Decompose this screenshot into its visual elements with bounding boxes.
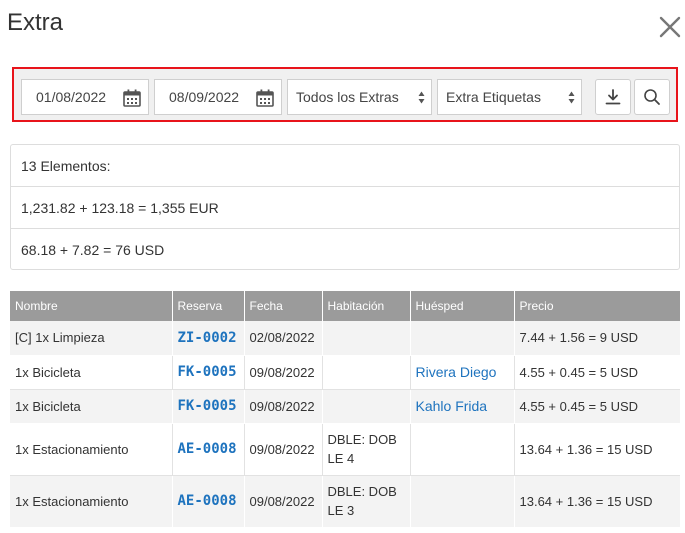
column-header-date[interactable]: Fecha — [244, 291, 323, 321]
eur-total: 1,231.82 + 123.18 = 1,355 EUR — [11, 187, 679, 229]
table-row: 1x Bicicleta FK-0005 09/08/2022 Rivera D… — [10, 355, 680, 390]
select-arrows-icon — [568, 91, 575, 104]
column-header-guest[interactable]: Huésped — [410, 291, 515, 321]
table-row: [C] 1x Limpieza ZI-0002 02/08/2022 7.44 … — [10, 321, 680, 356]
date-to-field[interactable]: 08/09/2022 — [154, 79, 282, 115]
labels-select-value: Extra Etiquetas — [446, 89, 541, 105]
date-from-value: 01/08/2022 — [36, 89, 107, 105]
cell-name: 1x Bicicleta — [10, 355, 173, 390]
download-button[interactable] — [595, 79, 631, 115]
labels-select[interactable]: Extra Etiquetas — [437, 79, 582, 115]
summary-panel: 13 Elementos: 1,231.82 + 123.18 = 1,355 … — [10, 144, 680, 270]
date-from-field[interactable]: 01/08/2022 — [21, 79, 149, 115]
cell-date: 09/08/2022 — [244, 475, 323, 528]
cell-name: [C] 1x Limpieza — [10, 321, 173, 356]
search-button[interactable] — [634, 79, 670, 115]
cell-name: 1x Estacionamiento — [10, 475, 173, 528]
column-header-price[interactable]: Precio — [514, 291, 680, 321]
cell-date: 09/08/2022 — [244, 355, 323, 390]
extras-select-value: Todos los Extras — [296, 89, 399, 105]
calendar-icon[interactable] — [122, 88, 142, 108]
close-icon[interactable] — [656, 13, 684, 41]
cell-room: DBLE: DOBLE 3 — [327, 484, 397, 518]
column-header-name[interactable]: Nombre — [10, 291, 173, 321]
extras-table: Nombre Reserva Fecha Habitación Huésped … — [10, 291, 680, 528]
cell-price: 7.44 + 1.56 = 9 USD — [514, 321, 680, 356]
reservation-link[interactable]: FK-0005 — [178, 398, 237, 414]
guest-link[interactable]: Kahlo Frida — [416, 398, 488, 414]
cell-price: 13.64 + 1.36 = 15 USD — [514, 423, 680, 476]
cell-date: 09/08/2022 — [244, 389, 323, 424]
reservation-link[interactable]: ZI-0002 — [178, 330, 237, 346]
date-to-value: 08/09/2022 — [169, 89, 240, 105]
guest-link[interactable]: Rivera Diego — [416, 364, 497, 380]
cell-date: 02/08/2022 — [244, 321, 323, 356]
column-header-reservation[interactable]: Reserva — [172, 291, 245, 321]
calendar-icon[interactable] — [255, 88, 275, 108]
cell-room: DBLE: DOBLE 4 — [327, 432, 397, 466]
column-header-room[interactable]: Habitación — [322, 291, 411, 321]
cell-name: 1x Estacionamiento — [10, 423, 173, 476]
reservation-link[interactable]: FK-0005 — [178, 364, 237, 380]
select-arrows-icon — [418, 91, 425, 104]
extras-select[interactable]: Todos los Extras — [287, 79, 432, 115]
modal-title: Extra — [7, 9, 64, 36]
usd-total: 68.18 + 7.82 = 76 USD — [21, 242, 165, 258]
cell-price: 13.64 + 1.36 = 15 USD — [514, 475, 680, 528]
reservation-link[interactable]: AE-0008 — [178, 493, 237, 509]
search-icon — [644, 89, 660, 105]
download-icon — [605, 89, 621, 105]
table-row: 1x Estacionamiento AE-0008 09/08/2022 DB… — [10, 423, 680, 476]
table-row: 1x Bicicleta FK-0005 09/08/2022 Kahlo Fr… — [10, 389, 680, 424]
table-header-row: Nombre Reserva Fecha Habitación Huésped … — [10, 291, 680, 321]
cell-price: 4.55 + 0.45 = 5 USD — [514, 355, 680, 390]
item-count: 13 Elementos: — [11, 145, 679, 187]
cell-name: 1x Bicicleta — [10, 389, 173, 424]
table-row: 1x Estacionamiento AE-0008 09/08/2022 DB… — [10, 475, 680, 528]
cell-price: 4.55 + 0.45 = 5 USD — [514, 389, 680, 424]
filter-bar: 01/08/2022 08/09/2022 Todos los Extras E… — [12, 67, 678, 122]
cell-date: 09/08/2022 — [244, 423, 323, 476]
reservation-link[interactable]: AE-0008 — [178, 441, 237, 457]
